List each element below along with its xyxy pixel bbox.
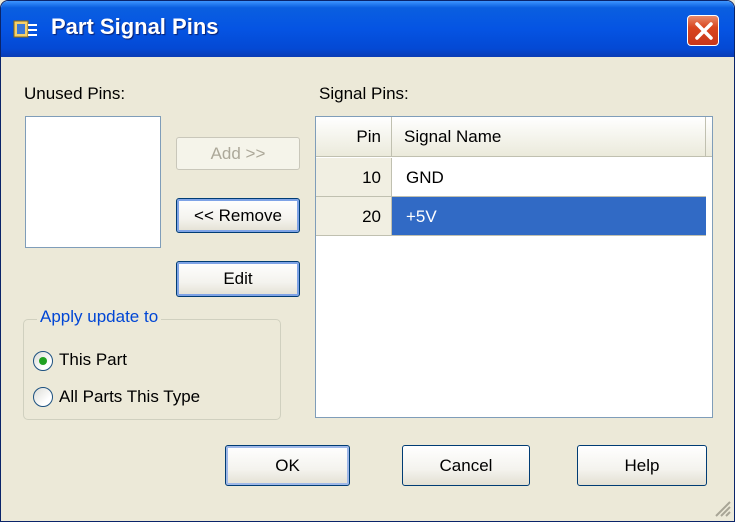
all-parts-radio[interactable] xyxy=(33,387,53,407)
apply-update-title: Apply update to xyxy=(37,307,162,327)
radio-selected-dot xyxy=(39,357,47,365)
this-part-label[interactable]: This Part xyxy=(59,350,127,370)
edit-button[interactable]: Edit xyxy=(176,261,300,297)
signal-name-cell-selected[interactable]: +5V xyxy=(392,197,706,236)
unused-pins-list[interactable] xyxy=(25,116,161,248)
title-bar[interactable]: Part Signal Pins xyxy=(1,1,734,57)
window-title: Part Signal Pins xyxy=(51,14,219,39)
add-button[interactable]: Add >> xyxy=(176,137,300,170)
part-pins-icon xyxy=(13,20,37,38)
table-row[interactable]: 10 GND xyxy=(316,158,706,197)
signal-name-cell[interactable]: GND xyxy=(392,158,706,197)
table-row[interactable]: 20 +5V xyxy=(316,197,706,236)
pin-cell[interactable]: 10 xyxy=(316,158,392,197)
ok-button[interactable]: OK xyxy=(225,445,350,486)
cancel-button[interactable]: Cancel xyxy=(402,445,530,486)
close-icon xyxy=(695,22,713,40)
unused-pins-label: Unused Pins: xyxy=(24,84,126,103)
this-part-radio[interactable] xyxy=(33,351,53,371)
close-button[interactable] xyxy=(687,15,719,46)
pin-cell[interactable]: 20 xyxy=(316,197,392,236)
column-header-pin[interactable]: Pin xyxy=(316,117,392,157)
resize-grip-icon[interactable] xyxy=(713,499,731,517)
signal-pins-label: Signal Pins: xyxy=(319,84,409,103)
remove-button[interactable]: << Remove xyxy=(176,198,300,233)
all-parts-label[interactable]: All Parts This Type xyxy=(59,387,200,407)
part-signal-pins-dialog: Part Signal Pins Unused Pins: Add >> << … xyxy=(0,0,735,522)
grid-header: Pin Signal Name xyxy=(316,117,712,157)
column-header-signal-name[interactable]: Signal Name xyxy=(392,117,706,157)
signal-pins-grid[interactable]: Pin Signal Name 10 GND 20 +5V xyxy=(315,116,713,418)
help-button[interactable]: Help xyxy=(577,445,707,486)
